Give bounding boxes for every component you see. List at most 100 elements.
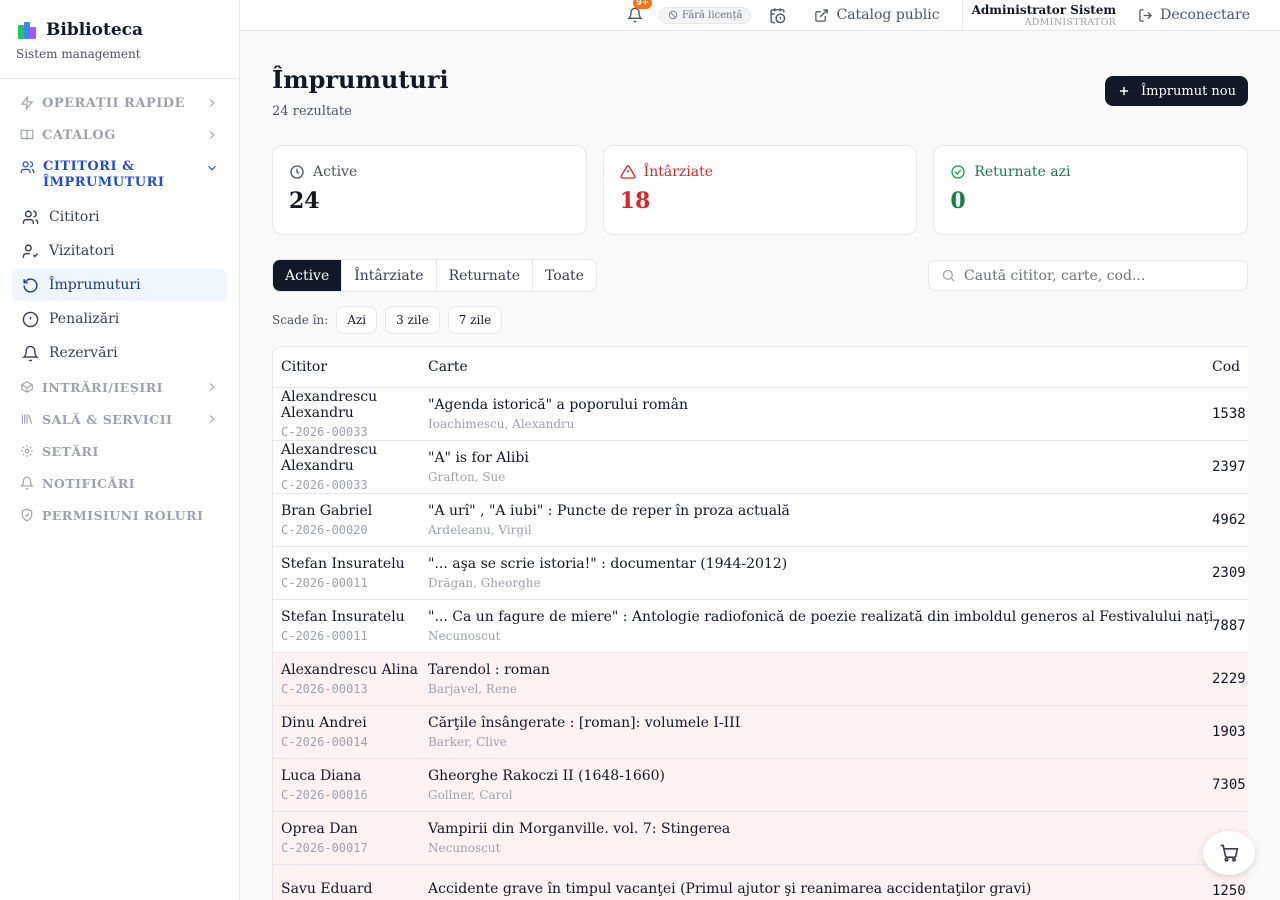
sidebar-item-penalizari[interactable]: Penalizări <box>12 303 227 335</box>
new-loan-button[interactable]: Împrumut nou <box>1105 76 1248 106</box>
column-header-reader: Cititor <box>281 359 328 375</box>
book-title: "Agenda istorică" a poporului român <box>428 397 689 413</box>
due-chip-today[interactable]: Azi <box>336 306 378 334</box>
stat-value: 24 <box>289 188 320 214</box>
table-row[interactable]: Savu Eduard Accidente grave în timpul vac… <box>273 865 1248 900</box>
stat-label: Active <box>313 164 358 180</box>
notifications-button[interactable]: 9+ <box>627 0 652 23</box>
sidebar-section-label: PERMISIUNI ROLURI <box>42 507 204 523</box>
new-loan-label: Împrumut nou <box>1141 83 1236 99</box>
user-info: Administrator Sistem ADMINISTRATOR <box>961 0 1117 30</box>
reader-name: Alexandrescu Alexandru <box>281 442 378 474</box>
reader-code: C-2026-00033 <box>281 425 368 439</box>
item-code-cell: 7887 <box>1212 618 1248 634</box>
external-link-icon <box>815 8 829 22</box>
item-code: 1538 <box>1212 406 1246 422</box>
sidebar-item-label: Rezervări <box>49 345 118 361</box>
reader-cell: Alexandrescu Alexandru C-2026-00033 <box>273 389 428 439</box>
book-author: Necunoscut <box>428 841 501 855</box>
sidebar-section-operatii-rapide[interactable]: OPERAȚII RAPIDE <box>12 87 227 119</box>
book-author: Ardeleanu, Virgil <box>428 523 532 537</box>
sidebar-nav: OPERAȚII RAPIDE CATALOG CITITORI & ÎMPRU… <box>0 79 239 539</box>
table-row[interactable]: Alexandrescu Alina C-2026-00013 Tarendol :… <box>273 653 1248 706</box>
sidebar-section-cititori-imprumuturi[interactable]: CITITORI & ÎMPRUMUTURI <box>12 151 227 199</box>
plus-icon <box>1119 86 1129 96</box>
book-title: "A urî" , "A iubi" : Puncte de reper în … <box>428 503 790 519</box>
book-title: "A" is for Alibi <box>428 450 529 466</box>
book-author: Grafton, Sue <box>428 470 506 484</box>
sidebar-item-imprumuturi[interactable]: Împrumuturi <box>12 269 227 301</box>
sidebar-section-intrari-iesiri[interactable]: INTRĂRI/IEȘIRI <box>12 371 227 403</box>
book-open-icon <box>20 129 34 140</box>
reader-name: Stefan Insuratelu <box>281 609 405 625</box>
reader-cell: Dinu Andrei C-2026-00014 <box>273 715 428 749</box>
user-role: ADMINISTRATOR <box>1024 16 1117 28</box>
reader-code: C-2026-00020 <box>281 523 368 537</box>
book-cell: "Agenda istorică" a poporului român Ioach… <box>428 397 1212 431</box>
alert-circle-icon <box>22 311 39 327</box>
history-button[interactable] <box>769 7 786 24</box>
item-code-cell: 2397 <box>1212 459 1248 475</box>
sidebar-section-sala-servicii[interactable]: SALĂ & SERVICII <box>12 403 227 435</box>
stat-label: Returnate azi <box>974 164 1071 180</box>
page-title: Împrumuturi <box>272 65 449 94</box>
book-author: Gollner, Carol <box>428 788 513 802</box>
tab-active[interactable]: Active <box>273 260 343 291</box>
notifications-badge: 9+ <box>632 0 652 9</box>
reader-code: C-2026-00011 <box>281 629 368 643</box>
item-code: 2397 <box>1212 459 1246 475</box>
reader-code: C-2026-00011 <box>281 576 368 590</box>
due-chip-7-days[interactable]: 7 zile <box>447 306 503 334</box>
book-title: "... aşa se scrie istoria!" : documentar… <box>428 556 788 572</box>
sidebar-item-rezervari[interactable]: Rezervări <box>12 337 227 369</box>
table-body: Alexandrescu Alexandru C-2026-00033 "Agend… <box>273 388 1248 900</box>
tab-returned[interactable]: Returnate <box>437 260 534 291</box>
check-circle-icon <box>951 165 966 179</box>
stat-value: 18 <box>619 188 651 214</box>
item-code: 7305 <box>1212 777 1246 793</box>
book-title: Vampirii din Morganville. vol. 7: Stinge… <box>428 821 731 837</box>
reader-code: C-2026-00014 <box>281 735 368 749</box>
table-row[interactable]: Dinu Andrei C-2026-00014 Cărţile însângera… <box>273 706 1248 759</box>
catalog-public-link[interactable]: Catalog public <box>814 7 940 23</box>
logout-icon <box>1139 8 1153 22</box>
sidebar-section-label: CATALOG <box>42 127 116 143</box>
sidebar-section-catalog[interactable]: CATALOG <box>12 119 227 151</box>
logout-button[interactable]: Deconectare <box>1138 7 1250 23</box>
book-title: Tarendol : roman <box>428 662 550 678</box>
cart-button[interactable] <box>1203 831 1255 875</box>
due-chip-3-days[interactable]: 3 zile <box>385 306 440 334</box>
sidebar-item-label: Împrumuturi <box>49 277 141 293</box>
item-code-cell: 2309 <box>1212 565 1248 581</box>
sidebar-section-label: CITITORI & ÎMPRUMUTURI <box>43 159 165 190</box>
reader-code: C-2026-00017 <box>281 841 368 855</box>
warning-icon <box>620 165 636 179</box>
table-row[interactable]: Stefan Insuratelu C-2026-00011 "... Ca un … <box>273 600 1248 653</box>
sidebar-item-vizitatori[interactable]: Vizitatori <box>12 235 227 267</box>
books-logo-icon <box>18 21 38 39</box>
table-row[interactable]: Luca Diana C-2026-00016 Gheorghe Rakoczi I… <box>273 759 1248 812</box>
sidebar-item-cititori[interactable]: Cititori <box>12 201 227 233</box>
chevron-right-icon <box>209 383 215 391</box>
tab-overdue[interactable]: Întârziate <box>342 260 437 291</box>
brand-title: Biblioteca <box>46 20 144 40</box>
search-input[interactable]: Caută cititor, carte, cod... <box>928 260 1248 291</box>
tab-all[interactable]: Toate <box>533 260 596 291</box>
sidebar-section-setari[interactable]: SETĂRI <box>12 435 227 467</box>
reader-name: Stefan Insuratelu <box>281 556 405 572</box>
topbar: 9+ Fără licență Catalog public Administr… <box>240 0 1280 31</box>
sidebar-section-permisiuni-roluri[interactable]: PERMISIUNI ROLURI <box>12 499 227 531</box>
search-icon <box>942 269 955 282</box>
table-row[interactable]: Bran Gabriel C-2026-00020 "A urî" , "A iub… <box>273 494 1248 547</box>
table-row[interactable]: Alexandrescu Alexandru C-2026-00033 "Agend… <box>273 388 1248 441</box>
sidebar-section-notificari[interactable]: NOTIFICĂRI <box>12 467 227 499</box>
shield-icon <box>21 508 33 522</box>
sidebar-section-label: SETĂRI <box>42 443 99 459</box>
sidebar-item-label: Vizitatori <box>49 243 115 259</box>
reader-name: Alexandrescu Alina <box>281 662 418 678</box>
reader-code: C-2026-00013 <box>281 682 368 696</box>
table-row[interactable]: Oprea Dan C-2026-00017 Vampirii din Morgan… <box>273 812 1248 865</box>
stat-card-overdue: Întârziate 18 <box>602 145 918 235</box>
table-row[interactable]: Alexandrescu Alexandru C-2026-00033 "A" is… <box>273 441 1248 494</box>
table-row[interactable]: Stefan Insuratelu C-2026-00011 "... aşa se… <box>273 547 1248 600</box>
